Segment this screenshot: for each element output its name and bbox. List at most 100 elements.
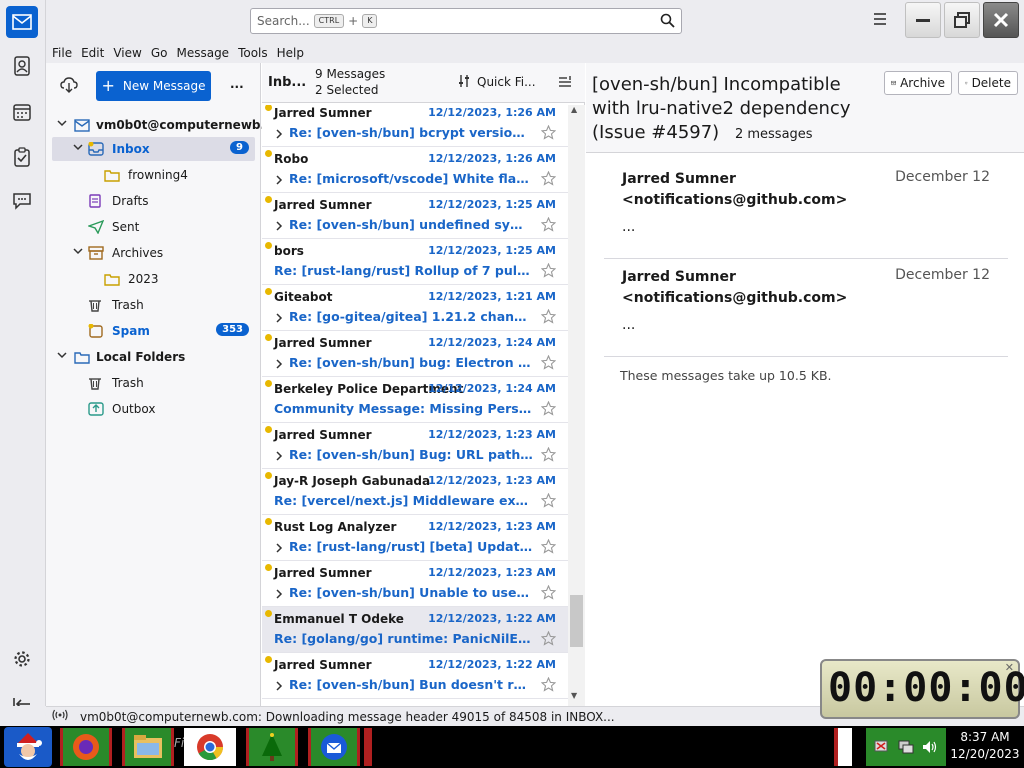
star-icon[interactable]: [540, 676, 557, 695]
message-row[interactable]: bors 12/12/2023, 1:25 AM Re: [rust-lang/ru…: [262, 239, 568, 285]
search-input[interactable]: Search... CTRL + K: [250, 8, 682, 34]
shortcut-plus: +: [348, 14, 359, 28]
taskbar-christmas-tree[interactable]: [246, 728, 298, 766]
scrollbar-thumb[interactable]: [570, 595, 583, 647]
list-display-options-icon[interactable]: [558, 75, 572, 92]
folder-drafts[interactable]: Drafts: [52, 189, 255, 213]
online-status-icon[interactable]: [52, 709, 68, 724]
menu-tools[interactable]: Tools: [238, 46, 268, 60]
chevron-down-icon[interactable]: [56, 349, 68, 364]
menu-view[interactable]: View: [113, 46, 141, 60]
menu-go[interactable]: Go: [151, 46, 168, 60]
message-list-scrollbar[interactable]: ▲ ▼: [568, 105, 585, 706]
star-icon[interactable]: [540, 630, 557, 649]
timer-close-icon[interactable]: ✕: [1005, 661, 1014, 674]
plus-icon: +: [101, 76, 115, 95]
thread-chevron-icon[interactable]: [275, 174, 283, 189]
thread-chevron-icon[interactable]: [275, 220, 283, 235]
search-icon[interactable]: [660, 13, 675, 31]
minimize-button[interactable]: [905, 2, 941, 38]
thread-message[interactable]: Jarred Sumner <notifications@github.com>…: [604, 259, 1008, 357]
chat-button[interactable]: [6, 185, 38, 217]
message-row[interactable]: Jarred Sumner 12/12/2023, 1:22 AM Re: [ove…: [262, 653, 568, 699]
local-folder-trash[interactable]: Trash: [52, 371, 255, 395]
message-row[interactable]: Jarred Sumner 12/12/2023, 1:24 AM Re: [ove…: [262, 331, 568, 377]
thread-chevron-icon[interactable]: [275, 358, 283, 373]
taskbar-chrome[interactable]: [184, 728, 236, 766]
folder-archives[interactable]: Archives: [52, 241, 255, 265]
scroll-down-icon[interactable]: ▼: [571, 691, 577, 700]
message-row[interactable]: Emmanuel T Odeke 12/12/2023, 1:22 AM Re: […: [262, 607, 568, 653]
message-row[interactable]: Jarred Sumner 12/12/2023, 1:25 AM Re: [ove…: [262, 193, 568, 239]
folder-2023[interactable]: 2023: [52, 267, 255, 291]
quick-filter-button[interactable]: Quick Fi...: [477, 75, 536, 89]
close-window-button[interactable]: [983, 2, 1019, 38]
message-row[interactable]: Jay-R Joseph Gabunada 12/12/2023, 1:23 AM…: [262, 469, 568, 515]
star-icon[interactable]: [540, 446, 557, 465]
folder-frowning4[interactable]: frowning4: [52, 163, 255, 187]
mail-space-button[interactable]: [6, 6, 38, 38]
menu-message[interactable]: Message: [176, 46, 229, 60]
tasks-button[interactable]: [6, 141, 38, 173]
menu-help[interactable]: Help: [277, 46, 304, 60]
star-icon[interactable]: [540, 124, 557, 143]
star-icon[interactable]: [540, 354, 557, 373]
chevron-down-icon[interactable]: [72, 245, 84, 260]
message-row[interactable]: Robo 12/12/2023, 1:26 AM Re: [microsoft/vs…: [262, 147, 568, 193]
taskbar-clock[interactable]: 8:37 AM 12/20/2023: [946, 729, 1024, 765]
thread-chevron-icon[interactable]: [275, 588, 283, 603]
star-icon[interactable]: [540, 492, 557, 511]
star-icon[interactable]: [540, 584, 557, 603]
scroll-up-icon[interactable]: ▲: [571, 105, 577, 114]
settings-button[interactable]: [6, 643, 38, 675]
message-row[interactable]: Giteabot 12/12/2023, 1:21 AM Re: [go-gitea…: [262, 285, 568, 331]
menu-file[interactable]: File: [52, 46, 72, 60]
folder-trash[interactable]: Trash: [52, 293, 255, 317]
calendar-button[interactable]: [6, 96, 38, 128]
taskbar-firefox[interactable]: [60, 728, 112, 766]
star-icon[interactable]: [540, 400, 557, 419]
taskbar-show-desktop[interactable]: [834, 728, 852, 766]
tray-display-icon[interactable]: [898, 740, 914, 757]
app-menu-button[interactable]: [872, 12, 888, 29]
folder-inbox[interactable]: Inbox 9: [52, 137, 255, 161]
taskbar-files[interactable]: [122, 728, 174, 766]
star-icon[interactable]: [540, 262, 557, 281]
start-button[interactable]: [4, 727, 52, 767]
local-folders-row[interactable]: Local Folders: [52, 345, 255, 369]
menu-edit[interactable]: Edit: [81, 46, 104, 60]
message-row[interactable]: Berkeley Police Department 12/12/2023, 1:…: [262, 377, 568, 423]
restore-button[interactable]: [944, 2, 980, 38]
taskbar-thunderbird[interactable]: [308, 728, 360, 766]
archive-button[interactable]: Archive: [884, 71, 952, 95]
tray-network-icon[interactable]: [874, 740, 888, 757]
thread-message[interactable]: Jarred Sumner <notifications@github.com>…: [604, 161, 1008, 259]
address-book-button[interactable]: [6, 50, 38, 82]
quick-filter-icon[interactable]: [458, 74, 470, 91]
get-messages-button[interactable]: [60, 77, 78, 96]
message-row[interactable]: Rust Log Analyzer 12/12/2023, 1:23 AM Re: …: [262, 515, 568, 561]
local-folder-outbox[interactable]: Outbox: [52, 397, 255, 421]
star-icon[interactable]: [540, 308, 557, 327]
thread-chevron-icon[interactable]: [275, 680, 283, 695]
delete-button[interactable]: Delete: [958, 71, 1018, 95]
new-message-button[interactable]: + New Message: [96, 71, 211, 101]
message-row[interactable]: Jarred Sumner 12/12/2023, 1:26 AM Re: [ove…: [262, 105, 568, 147]
thread-chevron-icon[interactable]: [275, 312, 283, 327]
thread-chevron-icon[interactable]: [275, 542, 283, 557]
folder-spam[interactable]: Spam 353: [52, 319, 255, 343]
folder-sent[interactable]: Sent: [52, 215, 255, 239]
chevron-down-icon[interactable]: [56, 117, 68, 132]
thread-chevron-icon[interactable]: [275, 128, 283, 143]
chevron-down-icon[interactable]: [72, 141, 84, 156]
star-icon[interactable]: [540, 538, 557, 557]
star-icon[interactable]: [540, 216, 557, 235]
message-row[interactable]: Jarred Sumner 12/12/2023, 1:23 AM Re: [ove…: [262, 423, 568, 469]
folder-pane-menu-button[interactable]: ...: [230, 77, 244, 91]
thread-chevron-icon[interactable]: [275, 450, 283, 465]
account-row[interactable]: vm0b0t@computernewb...: [52, 113, 274, 137]
star-icon[interactable]: [540, 170, 557, 189]
message-row[interactable]: Jarred Sumner 12/12/2023, 1:23 AM Re: [ove…: [262, 561, 568, 607]
tray-volume-icon[interactable]: [922, 740, 938, 757]
folder-label: Spam: [112, 324, 150, 338]
